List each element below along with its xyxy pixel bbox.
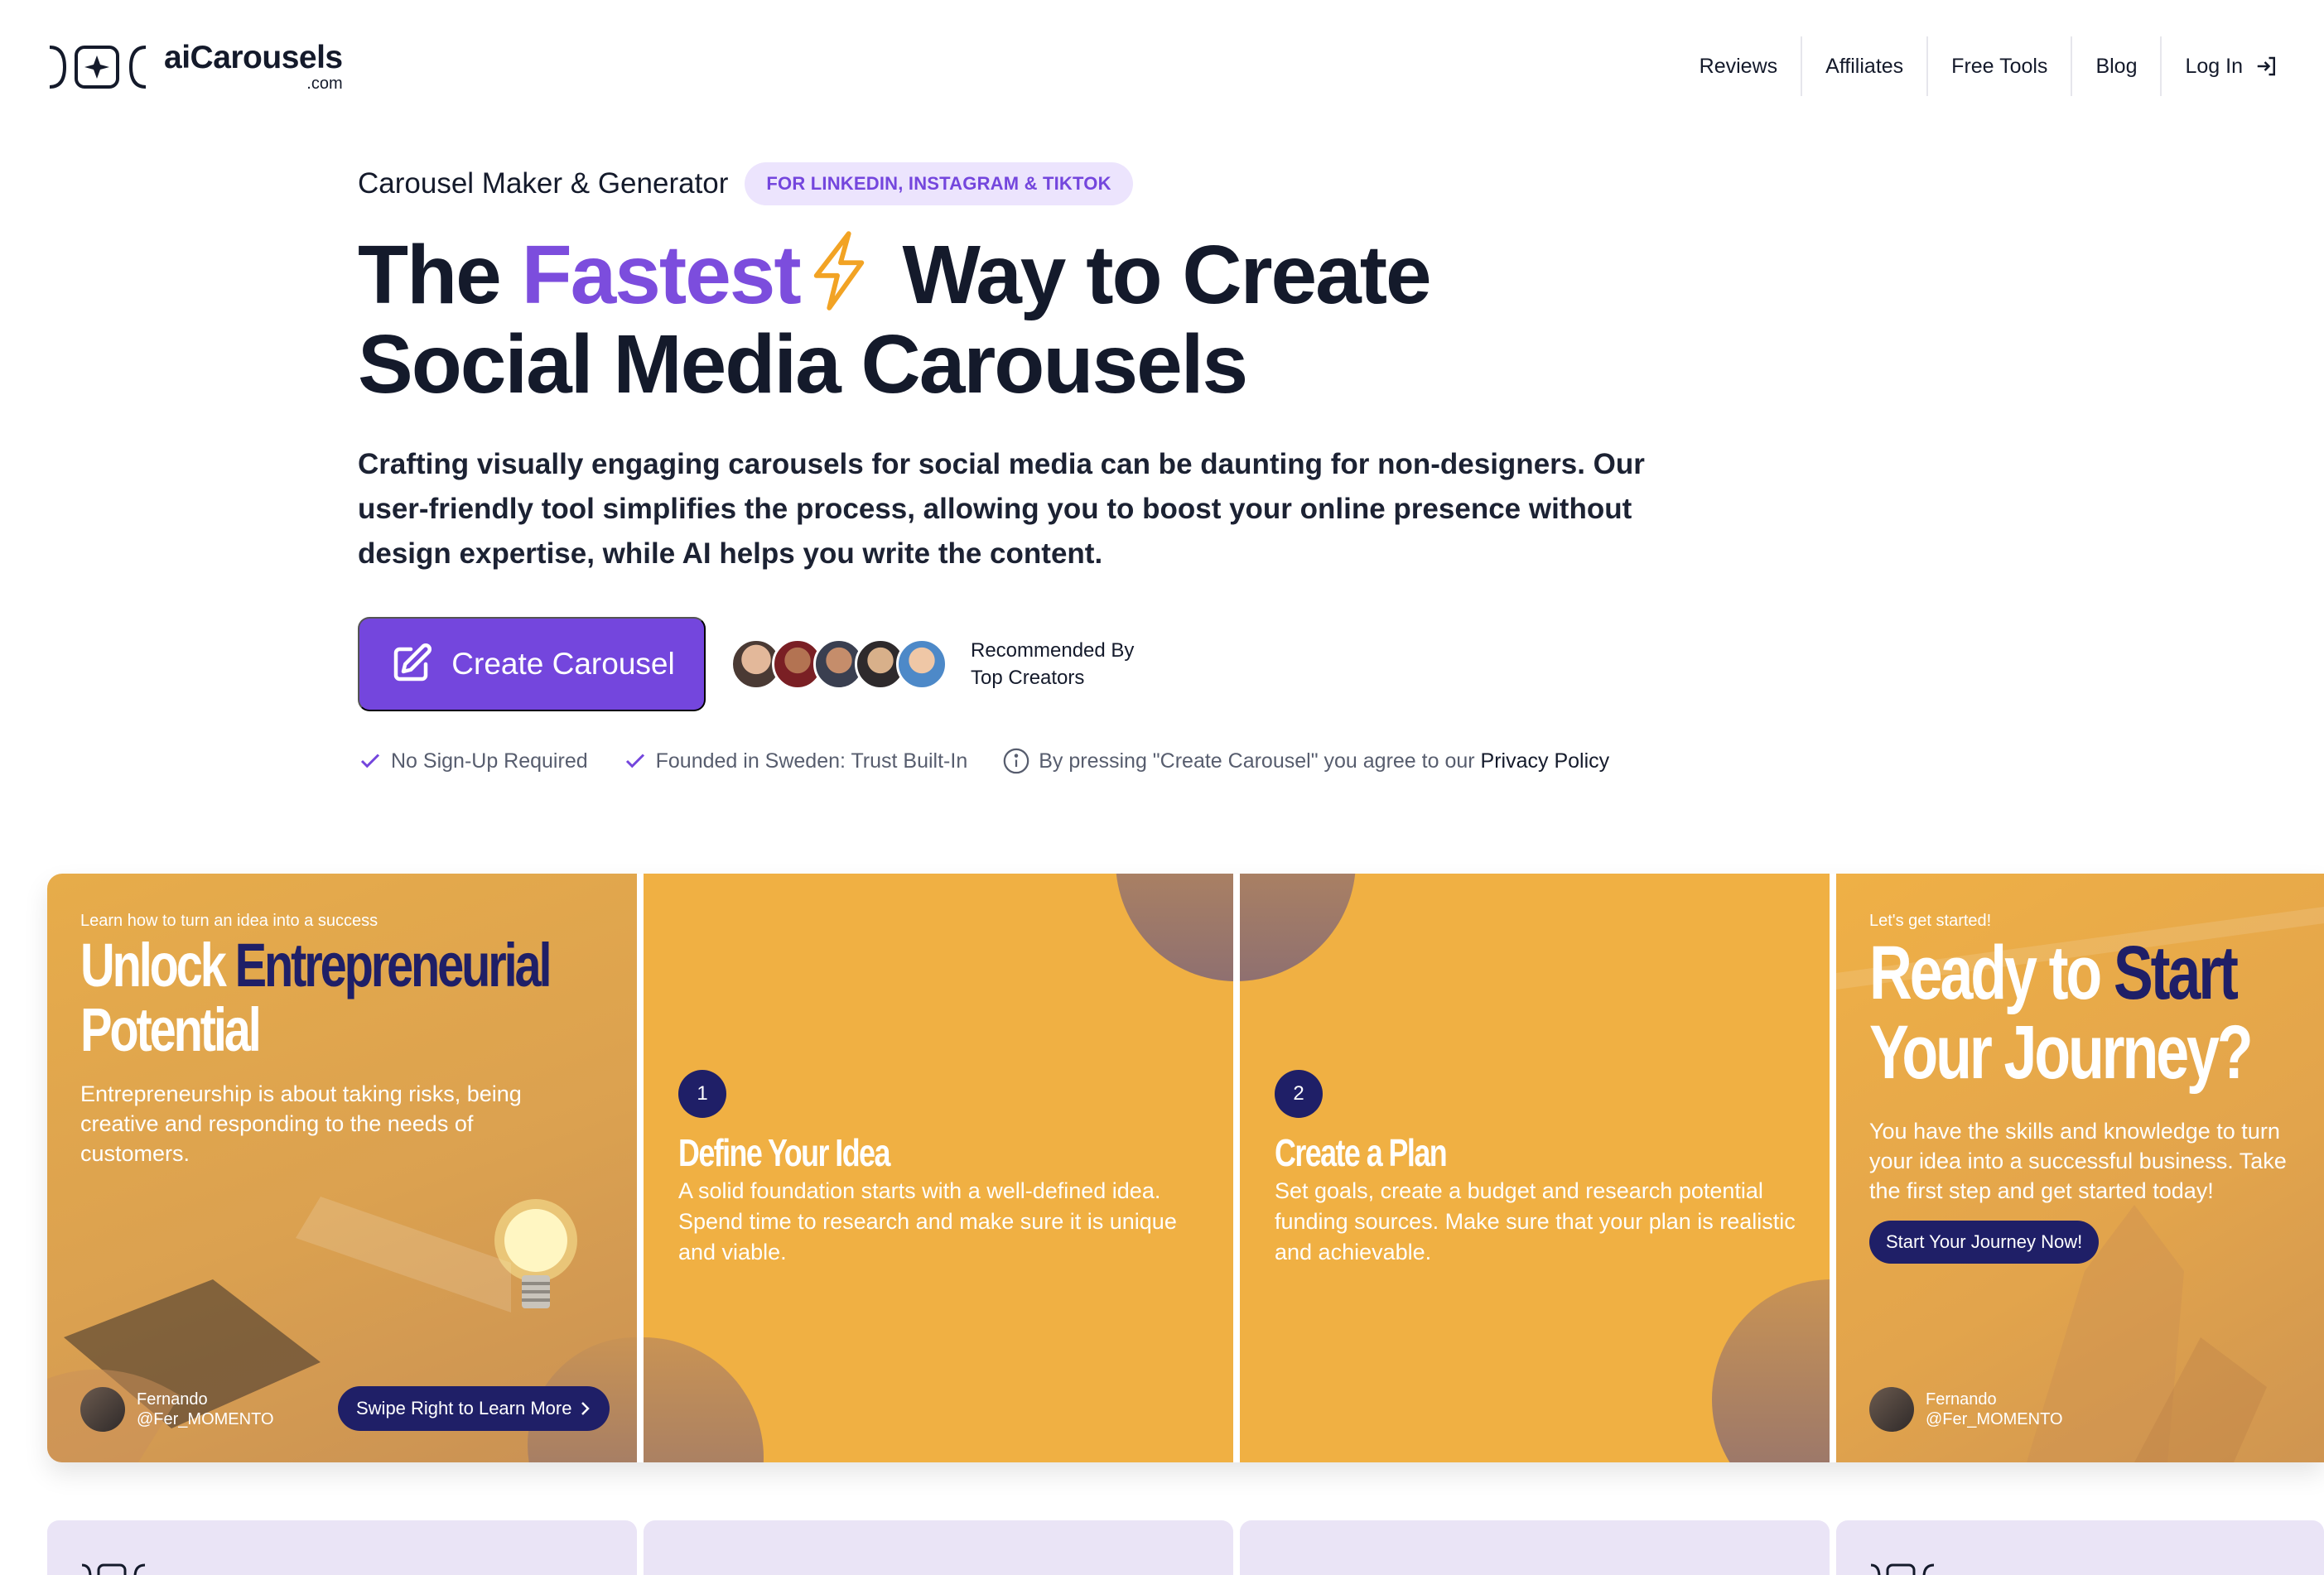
slide4-body: You have the skills and knowledge to tur… bbox=[1869, 1119, 2287, 1203]
start-journey-button[interactable]: Start Your Journey Now! bbox=[1869, 1221, 2100, 1264]
slide2-body: A solid foundation starts with a well-de… bbox=[678, 1178, 1177, 1264]
headline-post: Way to Create bbox=[880, 229, 1432, 321]
decor-circle bbox=[1240, 874, 1356, 981]
check-icon bbox=[360, 754, 380, 768]
privacy-notice-text: By pressing "Create Carousel" you agree … bbox=[1039, 749, 1481, 773]
step-number-badge: 1 bbox=[678, 1070, 726, 1118]
nav-affiliates[interactable]: Affiliates bbox=[1802, 36, 1929, 96]
slide4-title-white: Ready to bbox=[1869, 931, 2114, 1015]
carousel-slide-4: Let's get started! Ready to Start Your J… bbox=[1836, 874, 2324, 1462]
slide1-kicker: Learn how to turn an idea into a success bbox=[80, 912, 378, 930]
privacy-policy-link[interactable]: Privacy Policy bbox=[1481, 749, 1610, 773]
decor-circle bbox=[1712, 1279, 1830, 1462]
nav-reviews[interactable]: Reviews bbox=[1676, 36, 1803, 96]
platform-badge: FOR LINKEDIN, INSTAGRAM & TIKTOK bbox=[745, 162, 1133, 205]
preview-card bbox=[47, 1520, 637, 1575]
brand-logo[interactable]: aiCarousels .com bbox=[46, 41, 343, 92]
avatar bbox=[896, 638, 947, 690]
recommended-text: Recommended By Top Creators bbox=[971, 637, 1134, 691]
slide4-title: Ready to Start Your Journey? bbox=[1869, 933, 2324, 1092]
author-handle: @Fer_MOMENTO bbox=[137, 1410, 274, 1428]
slide4-title-line2: Your Journey? bbox=[1869, 1010, 2254, 1095]
slide4-title-navy: Start bbox=[2113, 931, 2239, 1015]
hero-section: Carousel Maker & Generator FOR LINKEDIN,… bbox=[358, 162, 1733, 774]
slide4-kicker: Let's get started! bbox=[1869, 912, 1992, 930]
privacy-notice: By pressing "Create Carousel" you agree … bbox=[1039, 749, 1609, 773]
author-avatar bbox=[80, 1387, 125, 1432]
carousel-preview-2 bbox=[47, 1520, 2324, 1575]
logo-mark-icon bbox=[81, 1563, 146, 1575]
logo-mark-icon bbox=[49, 45, 147, 89]
recommended-line1: Recommended By bbox=[971, 639, 1135, 662]
top-nav: Reviews Affiliates Free Tools Blog Log I… bbox=[1676, 36, 2283, 96]
headline-pre: The bbox=[358, 229, 522, 321]
step-number-badge: 2 bbox=[1275, 1070, 1323, 1118]
swipe-right-button[interactable]: Swipe Right to Learn More bbox=[338, 1386, 610, 1431]
headline-line2: Social Media Carousels bbox=[358, 318, 1248, 411]
nav-login[interactable]: Log In bbox=[2162, 36, 2283, 96]
login-icon bbox=[2257, 56, 2275, 76]
slide1-title: Unlock Entrepreneurial Potential bbox=[80, 933, 637, 1062]
author-name: Fernando bbox=[1926, 1390, 1997, 1409]
trust-item-sweden: Founded in Sweden: Trust Built-In bbox=[655, 749, 968, 773]
info-icon bbox=[1003, 748, 1029, 774]
trust-row: No Sign-Up Required Founded in Sweden: T… bbox=[358, 747, 1609, 775]
slide1-title-white: Unlock bbox=[80, 931, 235, 999]
slide1-author: Fernando @Fer_MOMENTO bbox=[80, 1387, 274, 1432]
trust-item-no-signup: No Sign-Up Required bbox=[391, 749, 588, 773]
slide4-author: Fernando @Fer_MOMENTO bbox=[1869, 1387, 2063, 1432]
chevron-right-icon bbox=[581, 1402, 591, 1415]
page-title: The Fastest Way to Create Social Media C… bbox=[358, 230, 1733, 409]
preview-card bbox=[1240, 1520, 1830, 1575]
nav-free-tools[interactable]: Free Tools bbox=[1928, 36, 2073, 96]
create-carousel-button[interactable]: Create Carousel bbox=[358, 617, 706, 711]
carousel-preview[interactable]: Learn how to turn an idea into a success… bbox=[47, 874, 2324, 1462]
carousel-slide-3: 2 Create a Plan Set goals, create a budg… bbox=[1240, 874, 1830, 1462]
lightbulb-icon bbox=[494, 1199, 577, 1308]
nav-blog[interactable]: Blog bbox=[2072, 36, 2162, 96]
slide2-title: Define Your Idea bbox=[678, 1131, 890, 1174]
author-handle: @Fer_MOMENTO bbox=[1926, 1410, 2063, 1428]
brand-tld: .com bbox=[306, 75, 343, 93]
swipe-label: Swipe Right to Learn More bbox=[356, 1398, 572, 1418]
decor-circle bbox=[644, 1337, 764, 1462]
logo-mark-icon bbox=[1870, 1563, 1935, 1575]
create-carousel-label: Create Carousel bbox=[451, 647, 675, 681]
preview-card bbox=[1836, 1520, 2324, 1575]
check-icon bbox=[625, 754, 644, 768]
author-avatar bbox=[1869, 1387, 1914, 1432]
decor-circle bbox=[1116, 874, 1233, 981]
preview-card bbox=[644, 1520, 1233, 1575]
slide3-body: Set goals, create a budget and research … bbox=[1275, 1178, 1796, 1264]
author-name: Fernando bbox=[137, 1390, 208, 1409]
creator-avatars bbox=[730, 638, 947, 690]
hero-eyebrow: Carousel Maker & Generator bbox=[358, 167, 729, 200]
edit-icon bbox=[394, 643, 432, 682]
login-label: Log In bbox=[2185, 54, 2243, 78]
slide1-body: Entrepreneurship is about taking risks, … bbox=[80, 1081, 522, 1166]
brand-name: aiCarousels bbox=[164, 40, 343, 75]
carousel-slide-2: 1 Define Your Idea A solid foundation st… bbox=[644, 874, 1233, 1462]
carousel-slide-1: Learn how to turn an idea into a success… bbox=[47, 874, 637, 1462]
slide3-title: Create a Plan bbox=[1275, 1131, 1448, 1174]
slide1-title-line2: Potential bbox=[80, 995, 262, 1064]
recommended-line2: Top Creators bbox=[971, 667, 1085, 689]
lightning-bolt-icon bbox=[813, 231, 864, 311]
headline-accent: Fastest bbox=[521, 229, 802, 321]
hero-description: Crafting visually engaging carousels for… bbox=[358, 448, 1645, 570]
slide1-title-navy: Entrepreneurial bbox=[234, 931, 552, 999]
